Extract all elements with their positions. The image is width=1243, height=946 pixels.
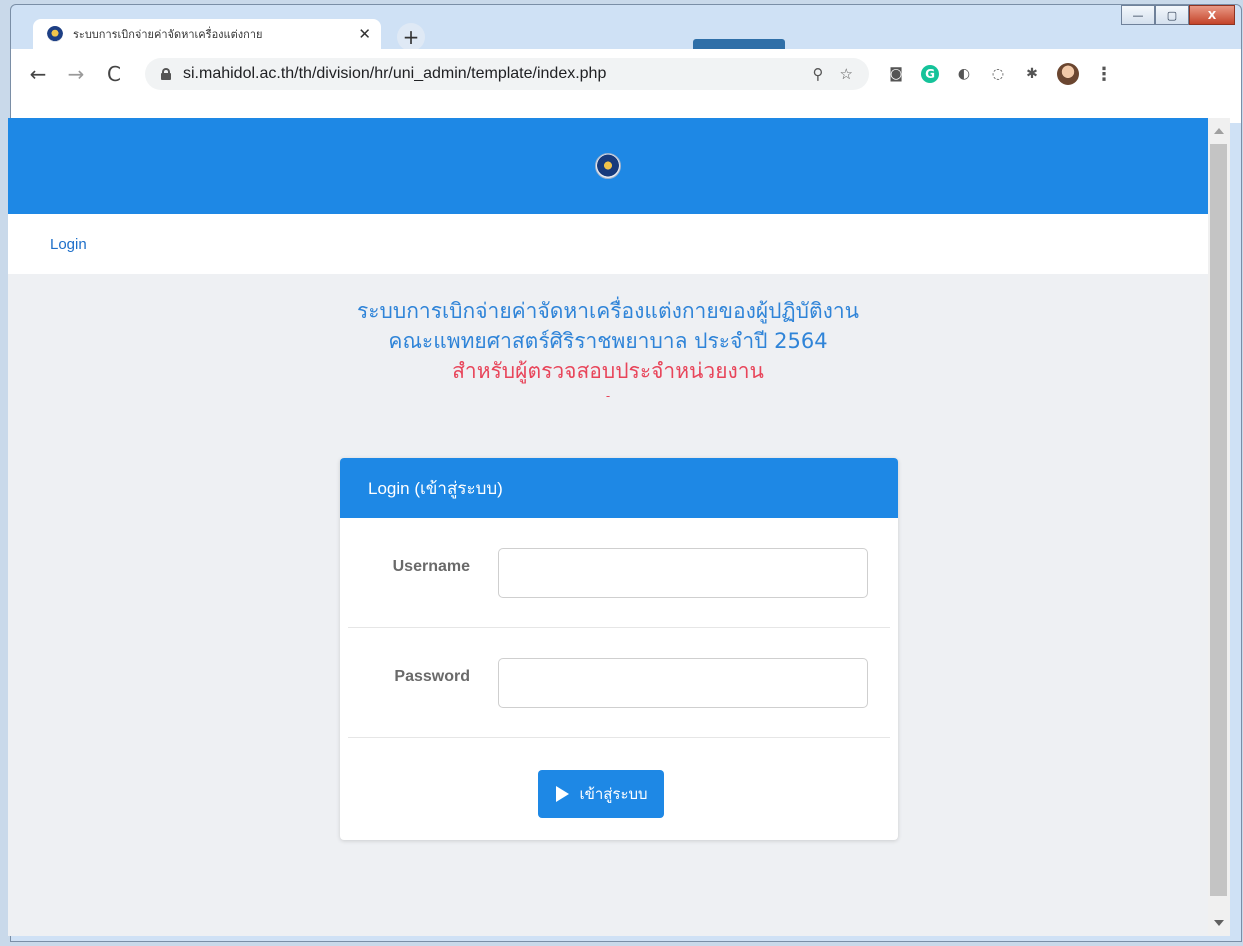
- zoom-icon[interactable]: ⚲: [813, 65, 824, 83]
- circle-icon[interactable]: ◐: [955, 65, 973, 83]
- browser-toolbar: ← → C si.mahidol.ac.th/th/division/hr/un…: [11, 49, 1241, 123]
- username-input[interactable]: [498, 547, 868, 598]
- login-card-header: Login (เข้าสู่ระบบ): [340, 458, 898, 518]
- reload-icon[interactable]: C: [101, 61, 127, 87]
- username-label: Username: [392, 557, 470, 575]
- mahidol-emblem-icon: [595, 153, 621, 179]
- submit-row: เข้าสู่ระบบ: [340, 738, 898, 838]
- page-title-line-2: คณะแพทยศาสตร์ศิริราชพยาบาล ประจำปี 2564: [388, 329, 828, 353]
- lock-icon[interactable]: [161, 68, 171, 80]
- username-row: Username: [348, 518, 890, 628]
- page-viewport: Login ระบบการเบิกจ่ายค่าจัดหาเครื่องแต่ง…: [8, 118, 1208, 936]
- profile-avatar[interactable]: [1057, 63, 1079, 85]
- password-input[interactable]: [498, 657, 868, 708]
- bookmark-star-icon[interactable]: ☆: [840, 65, 853, 83]
- nav-login-link[interactable]: Login: [50, 236, 87, 253]
- camera-icon[interactable]: ◙: [887, 65, 905, 83]
- tab-close-icon[interactable]: ✕: [358, 25, 371, 43]
- login-submit-label: เข้าสู่ระบบ: [579, 785, 648, 803]
- password-row: Password: [348, 628, 890, 738]
- mahidol-favicon-icon: [47, 26, 63, 42]
- grammarly-icon[interactable]: G: [921, 65, 939, 83]
- top-nav: Login: [8, 214, 1208, 274]
- taskbar-overlay: [693, 39, 785, 49]
- page-titles: ระบบการเบิกจ่ายค่าจัดหาเครื่องแต่งกายของ…: [8, 296, 1208, 402]
- new-tab-button[interactable]: +: [397, 23, 425, 51]
- login-card: Login (เข้าสู่ระบบ) Username Password เข…: [340, 458, 898, 840]
- page-title-line-1: ระบบการเบิกจ่ายค่าจัดหาเครื่องแต่งกายของ…: [357, 299, 859, 323]
- url-text[interactable]: si.mahidol.ac.th/th/division/hr/uni_admi…: [183, 65, 813, 83]
- tab-title: ระบบการเบิกจ่ายค่าจัดหาเครื่องแต่งกาย: [73, 28, 263, 41]
- play-icon: [556, 786, 570, 802]
- browser-tab-active[interactable]: ระบบการเบิกจ่ายค่าจัดหาเครื่องแต่งกาย ✕: [33, 19, 381, 49]
- password-label: Password: [394, 667, 470, 685]
- site-header: [8, 118, 1208, 214]
- scroll-down-arrow-icon[interactable]: [1214, 920, 1224, 926]
- login-submit-button[interactable]: เข้าสู่ระบบ: [538, 770, 664, 818]
- back-arrow-icon[interactable]: ←: [25, 61, 51, 87]
- menu-kebab-icon[interactable]: ⋮: [1095, 64, 1113, 85]
- vertical-scrollbar[interactable]: [1208, 118, 1230, 936]
- refresh-circle-icon[interactable]: ◌: [989, 65, 1007, 83]
- scroll-up-arrow-icon[interactable]: [1214, 128, 1224, 134]
- forward-arrow-icon[interactable]: →: [63, 61, 89, 87]
- tab-strip: ระบบการเบิกจ่ายค่าจัดหาเครื่องแต่งกาย ✕ …: [11, 5, 1241, 51]
- scroll-thumb[interactable]: [1210, 144, 1227, 896]
- page-subtitle: สำหรับผู้ตรวจสอบประจำหน่วยงาน: [452, 359, 764, 383]
- extension-icons: ◙ G ◐ ◌ ✱ ⋮: [887, 63, 1113, 85]
- puzzle-icon[interactable]: ✱: [1023, 65, 1041, 83]
- subtitle-dash: -: [605, 389, 611, 403]
- address-bar[interactable]: si.mahidol.ac.th/th/division/hr/uni_admi…: [145, 58, 869, 90]
